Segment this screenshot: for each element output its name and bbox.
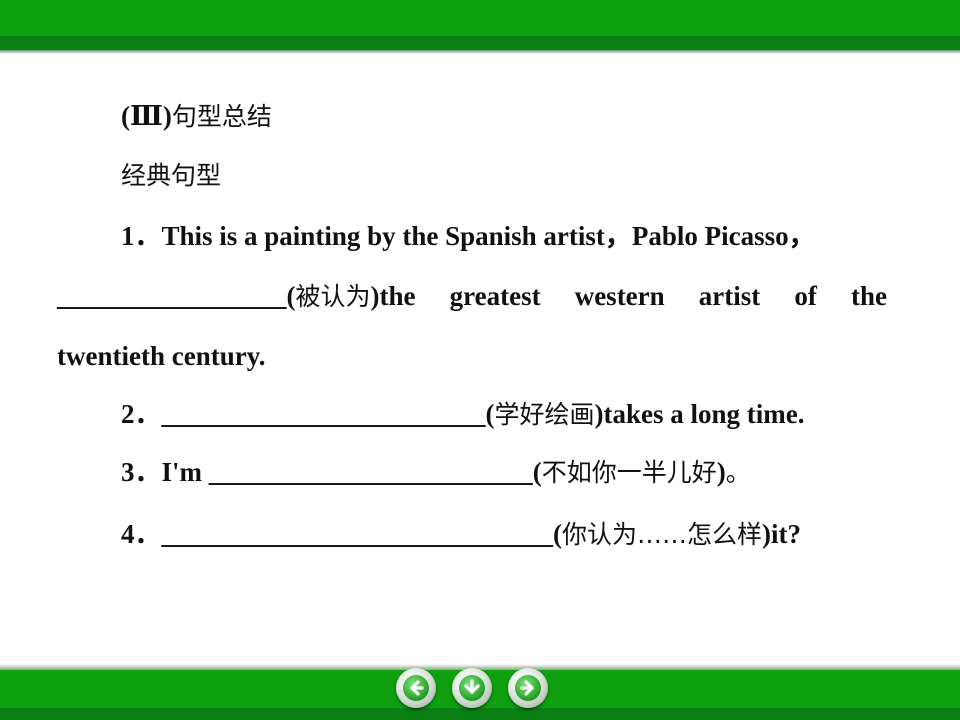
arrow-left-icon	[403, 675, 429, 701]
sentence-4-hint-close: )	[762, 519, 772, 549]
sentence-1-line-2: _________________(被认为)the greatest weste…	[57, 276, 887, 316]
sentence-3-tail: 。	[725, 458, 751, 487]
sentence-1-hint-open: (	[286, 281, 296, 311]
sentence-4: 4．_____________________________(你认为……怎么样…	[121, 514, 801, 554]
forward-button[interactable]	[508, 668, 548, 708]
slide: (Ⅲ)句型总结 经典句型 1．This is a painting by the…	[0, 0, 960, 720]
sentence-1-line-3: twentieth century.	[57, 341, 266, 371]
sentence-1-word: greatest	[449, 281, 541, 311]
arrow-down-icon	[459, 675, 485, 701]
sentence-3-lead: I'm	[161, 457, 209, 487]
bottom-banner-stripe	[0, 708, 960, 720]
sentence-1-text: This is a painting by the Spanish artist…	[161, 221, 816, 251]
back-button[interactable]	[396, 668, 436, 708]
sentence-1-line-1: 1．This is a painting by the Spanish arti…	[121, 216, 816, 256]
sentence-3-hint-close: )	[716, 457, 726, 487]
sentence-2-hint-open: (	[485, 399, 495, 429]
sentence-2-hint: 学好绘画	[494, 400, 595, 429]
arrow-right-icon	[515, 675, 541, 701]
sentence-1-word: artist	[698, 281, 761, 311]
sentence-4-hint: 你认为……怎么样	[562, 520, 763, 549]
sentence-2: 2．________________________(学好绘画)takes a …	[121, 394, 805, 434]
sentence-1-number: 1．	[121, 221, 162, 251]
sentence-3-hint-open: (	[532, 457, 542, 487]
sentence-1-word: the	[379, 281, 416, 311]
sentence-1-word: the	[850, 281, 887, 311]
section-heading-prefix: (Ⅲ)	[121, 101, 172, 131]
sentence-3: 3．I'm ________________________(不如你一半儿好)。	[121, 452, 751, 492]
sentence-2-tail: takes a long time.	[603, 399, 805, 429]
sentence-2-hint-close: )	[594, 399, 604, 429]
top-banner-shadow	[0, 50, 960, 54]
sentence-1-word: western	[574, 281, 665, 311]
sentence-2-blank[interactable]: ________________________	[162, 399, 486, 429]
sentence-1-word: of	[794, 281, 817, 311]
sentence-4-number: 4．	[121, 519, 162, 549]
sentence-4-blank[interactable]: _____________________________	[162, 519, 554, 549]
sentence-3-number: 3．	[121, 457, 162, 487]
top-banner-stripe	[0, 36, 960, 50]
section-heading-title: 句型总结	[171, 102, 272, 131]
sentence-1-segment: _________________(被认为)the	[57, 276, 416, 316]
sentence-1-hint: 被认为	[295, 282, 371, 311]
sentence-1-hint-close: )	[370, 281, 380, 311]
home-button[interactable]	[452, 668, 492, 708]
sentence-2-number: 2．	[121, 399, 162, 429]
sub-heading: 经典句型	[121, 161, 222, 190]
sentence-3-hint: 不如你一半儿好	[541, 458, 717, 487]
sentence-4-hint-open: (	[553, 519, 562, 549]
sentence-4-tail: it?	[771, 519, 802, 549]
sentence-3-blank[interactable]: ________________________	[209, 457, 533, 487]
section-heading: (Ⅲ)句型总结	[121, 96, 272, 136]
sentence-1-blank[interactable]: _________________	[57, 281, 287, 311]
top-banner	[0, 0, 960, 36]
